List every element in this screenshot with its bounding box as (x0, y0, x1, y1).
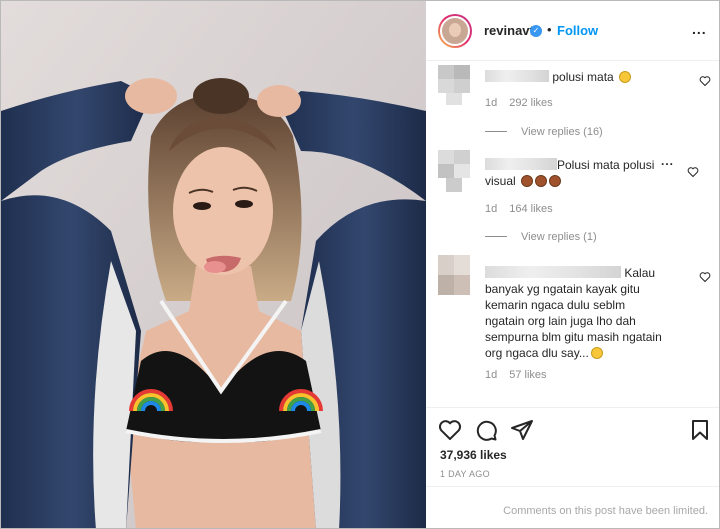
see-no-evil-monkey-emoji-icon (549, 175, 562, 187)
like-comment-heart-icon[interactable] (699, 271, 711, 283)
replies-divider-line (485, 236, 507, 237)
save-bookmark-icon[interactable] (688, 418, 712, 442)
post-side-panel: revinavt ✓ • Follow ... polusi mata 1d 2… (426, 1, 719, 528)
replies-divider-line (485, 131, 507, 132)
follow-button[interactable]: Follow (557, 23, 598, 38)
post-date[interactable]: 1 DAY AGO (440, 469, 490, 479)
laughing-emoji-icon (590, 347, 603, 359)
comment-time: 1d (485, 97, 498, 109)
post-actions-section: 37,936 likes 1 DAY AGO Comments on this … (426, 407, 719, 528)
see-no-evil-monkey-emoji-icon (535, 175, 548, 187)
author-avatar[interactable] (438, 14, 472, 48)
comment-text: Polusi mata polusi visual (485, 158, 655, 188)
post-like-count[interactable]: 37,936 likes (440, 448, 507, 462)
post-photo[interactable] (1, 1, 426, 528)
commenter-avatar[interactable] (438, 62, 470, 105)
separator-dot: • (547, 22, 552, 37)
share-paper-plane-icon[interactable] (510, 418, 534, 442)
comment-likes[interactable]: 292 likes (509, 97, 552, 109)
comment-time: 1d (485, 369, 498, 381)
redacted-username (485, 266, 621, 278)
like-comment-heart-icon[interactable] (687, 166, 699, 178)
redacted-username (485, 158, 557, 170)
comment-bubble-icon[interactable] (474, 418, 498, 442)
comment-meta: 1d 292 likes (485, 97, 553, 109)
author-username[interactable]: revinavt (484, 23, 534, 38)
post-photo-illustration (1, 1, 426, 528)
like-heart-icon[interactable] (438, 418, 462, 442)
commenter-avatar[interactable] (438, 255, 470, 297)
comment-likes[interactable]: 164 likes (509, 203, 552, 215)
comment-meta: 1d 164 likes (485, 203, 553, 215)
post-header: revinavt ✓ • Follow ... (426, 1, 719, 61)
comment-likes[interactable]: 57 likes (509, 369, 546, 381)
commenter-avatar[interactable] (438, 150, 470, 192)
view-replies-button[interactable]: View replies (16) (485, 126, 603, 138)
comment-meta: 1d 57 likes (485, 369, 547, 381)
view-replies-button[interactable]: View replies (1) (485, 231, 597, 243)
redacted-username (485, 70, 549, 82)
comment-text: polusi mata (485, 69, 632, 85)
comments-limited-notice: Comments on this post have been limited. (503, 505, 708, 517)
more-options-icon[interactable]: ... (692, 21, 707, 37)
instagram-post-window: revinavt ✓ • Follow ... polusi mata 1d 2… (0, 0, 720, 529)
see-no-evil-monkey-emoji-icon (521, 175, 534, 187)
comment-options-icon[interactable]: ... (661, 154, 674, 168)
like-comment-heart-icon[interactable] (699, 75, 711, 87)
verified-badge-icon: ✓ (530, 25, 542, 37)
comment-limited-bar: Comments on this post have been limited. (426, 486, 719, 528)
comments-list[interactable]: polusi mata 1d 292 likes View replies (16… (426, 62, 719, 407)
neutral-face-emoji-icon (619, 71, 632, 83)
comment-text: Kalau banyak yg ngatain kayak gitu kemar… (485, 266, 662, 360)
comment-time: 1d (485, 203, 498, 215)
